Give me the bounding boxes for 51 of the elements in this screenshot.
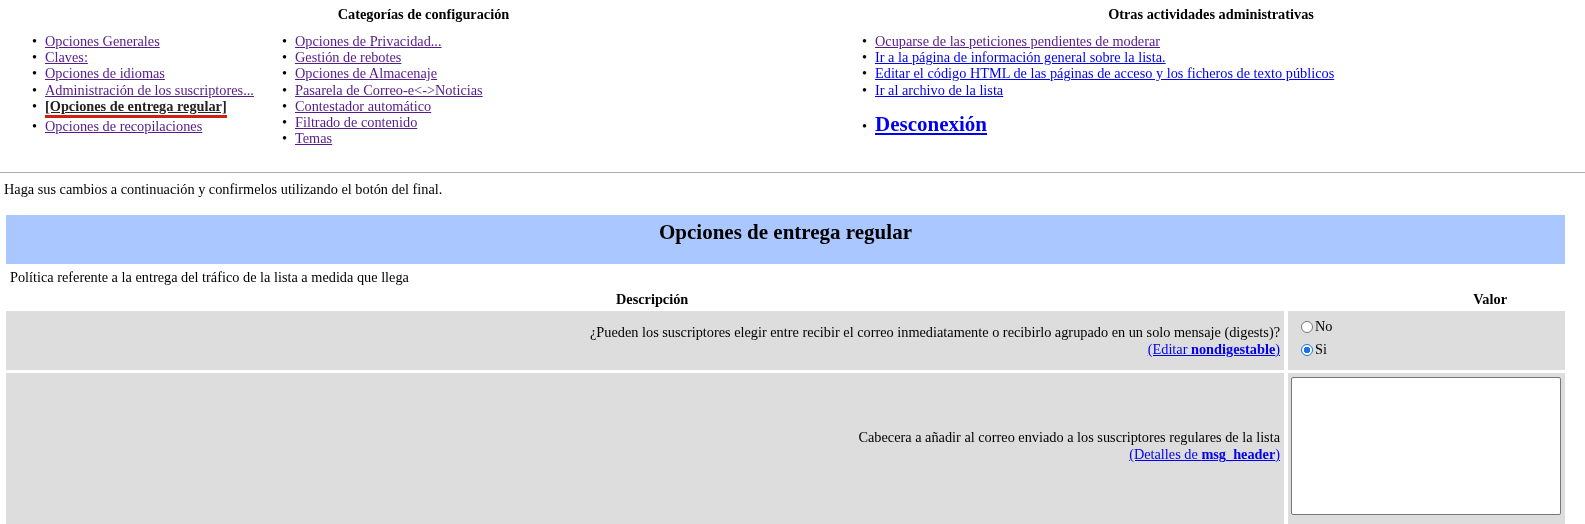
bullet: •: [282, 65, 288, 82]
bullet: •: [862, 65, 868, 82]
category-link[interactable]: Opciones de Almacenaje: [295, 65, 438, 82]
category-link[interactable]: Opciones de recopilaciones: [45, 118, 203, 135]
section-description: Política referente a la entrega del tráfico de la lista a medida que llega: [9, 268, 410, 288]
bullet: •: [282, 81, 288, 98]
category-link[interactable]: Opciones de Privacidad...: [295, 33, 442, 50]
column-header: Valor: [1473, 291, 1507, 309]
bullet: •: [32, 49, 38, 66]
category-link[interactable]: Contestador automático: [295, 97, 432, 114]
bullet: •: [282, 130, 288, 147]
option-label: No: [1315, 318, 1333, 336]
section-heading: Otras actividades administrativas: [1107, 6, 1315, 23]
admin-link[interactable]: Ocuparse de las peticiones pendientes de moderar: [875, 33, 1161, 50]
admin-link[interactable]: Ir a la página de información general sobre la lista.: [875, 49, 1166, 66]
bullet: •: [32, 118, 38, 135]
bullet: •: [862, 117, 868, 134]
bullet: •: [862, 81, 868, 98]
radio-button[interactable]: [1301, 320, 1313, 333]
bullet: •: [282, 49, 288, 66]
category-link[interactable]: Opciones Generales: [45, 33, 160, 50]
details-link[interactable]: (Detalles de msg_header): [1129, 446, 1280, 464]
radio-button[interactable]: [1301, 343, 1313, 356]
bullet: •: [32, 65, 38, 82]
logout-link[interactable]: Desconexión: [875, 111, 987, 136]
category-link[interactable]: Administración de los suscriptores...: [45, 81, 254, 98]
category-link[interactable]: Claves:: [45, 49, 88, 66]
category-link[interactable]: Filtrado de contenido: [295, 114, 418, 131]
bullet: •: [32, 33, 38, 50]
bullet: •: [282, 33, 288, 50]
category-link[interactable]: Gestión de rebotes: [295, 49, 402, 66]
category-link[interactable]: Opciones de idiomas: [45, 65, 165, 82]
section-heading: Categorías de configuración: [336, 6, 511, 23]
bullet: •: [32, 97, 38, 114]
instructions-text: Haga sus cambios a continuación y confirmelos utilizando el botón del final.: [3, 180, 444, 200]
option-label: Si: [1315, 341, 1327, 359]
bullet: •: [282, 97, 288, 114]
category-link[interactable]: Temas: [295, 130, 333, 147]
bullet: •: [32, 81, 38, 98]
section-title: Opciones de entrega regular: [659, 220, 912, 246]
question-text: ¿Pueden los suscriptores elegir entre recibir el correo inmediatamente o recibirlo agrupado en un solo mensaje (digests)?: [590, 323, 1280, 341]
category-link[interactable]: [Opciones de entrega regular]: [45, 97, 227, 118]
bullet: •: [282, 114, 288, 131]
admin-link[interactable]: Ir al archivo de la lista: [875, 81, 1004, 98]
column-header: Descripción: [616, 291, 689, 309]
bullet: •: [862, 49, 868, 66]
category-link[interactable]: Pasarela de Correo-e<->Noticias: [295, 81, 483, 98]
details-link[interactable]: (Editar nondigestable): [1147, 340, 1280, 358]
question-text: Cabecera a añadir al correo enviado a los suscriptores regulares de la lista: [858, 429, 1280, 447]
bullet: •: [862, 33, 868, 50]
admin-link[interactable]: Editar el código HTML de las páginas de acceso y los ficheros de texto públicos: [875, 65, 1335, 82]
